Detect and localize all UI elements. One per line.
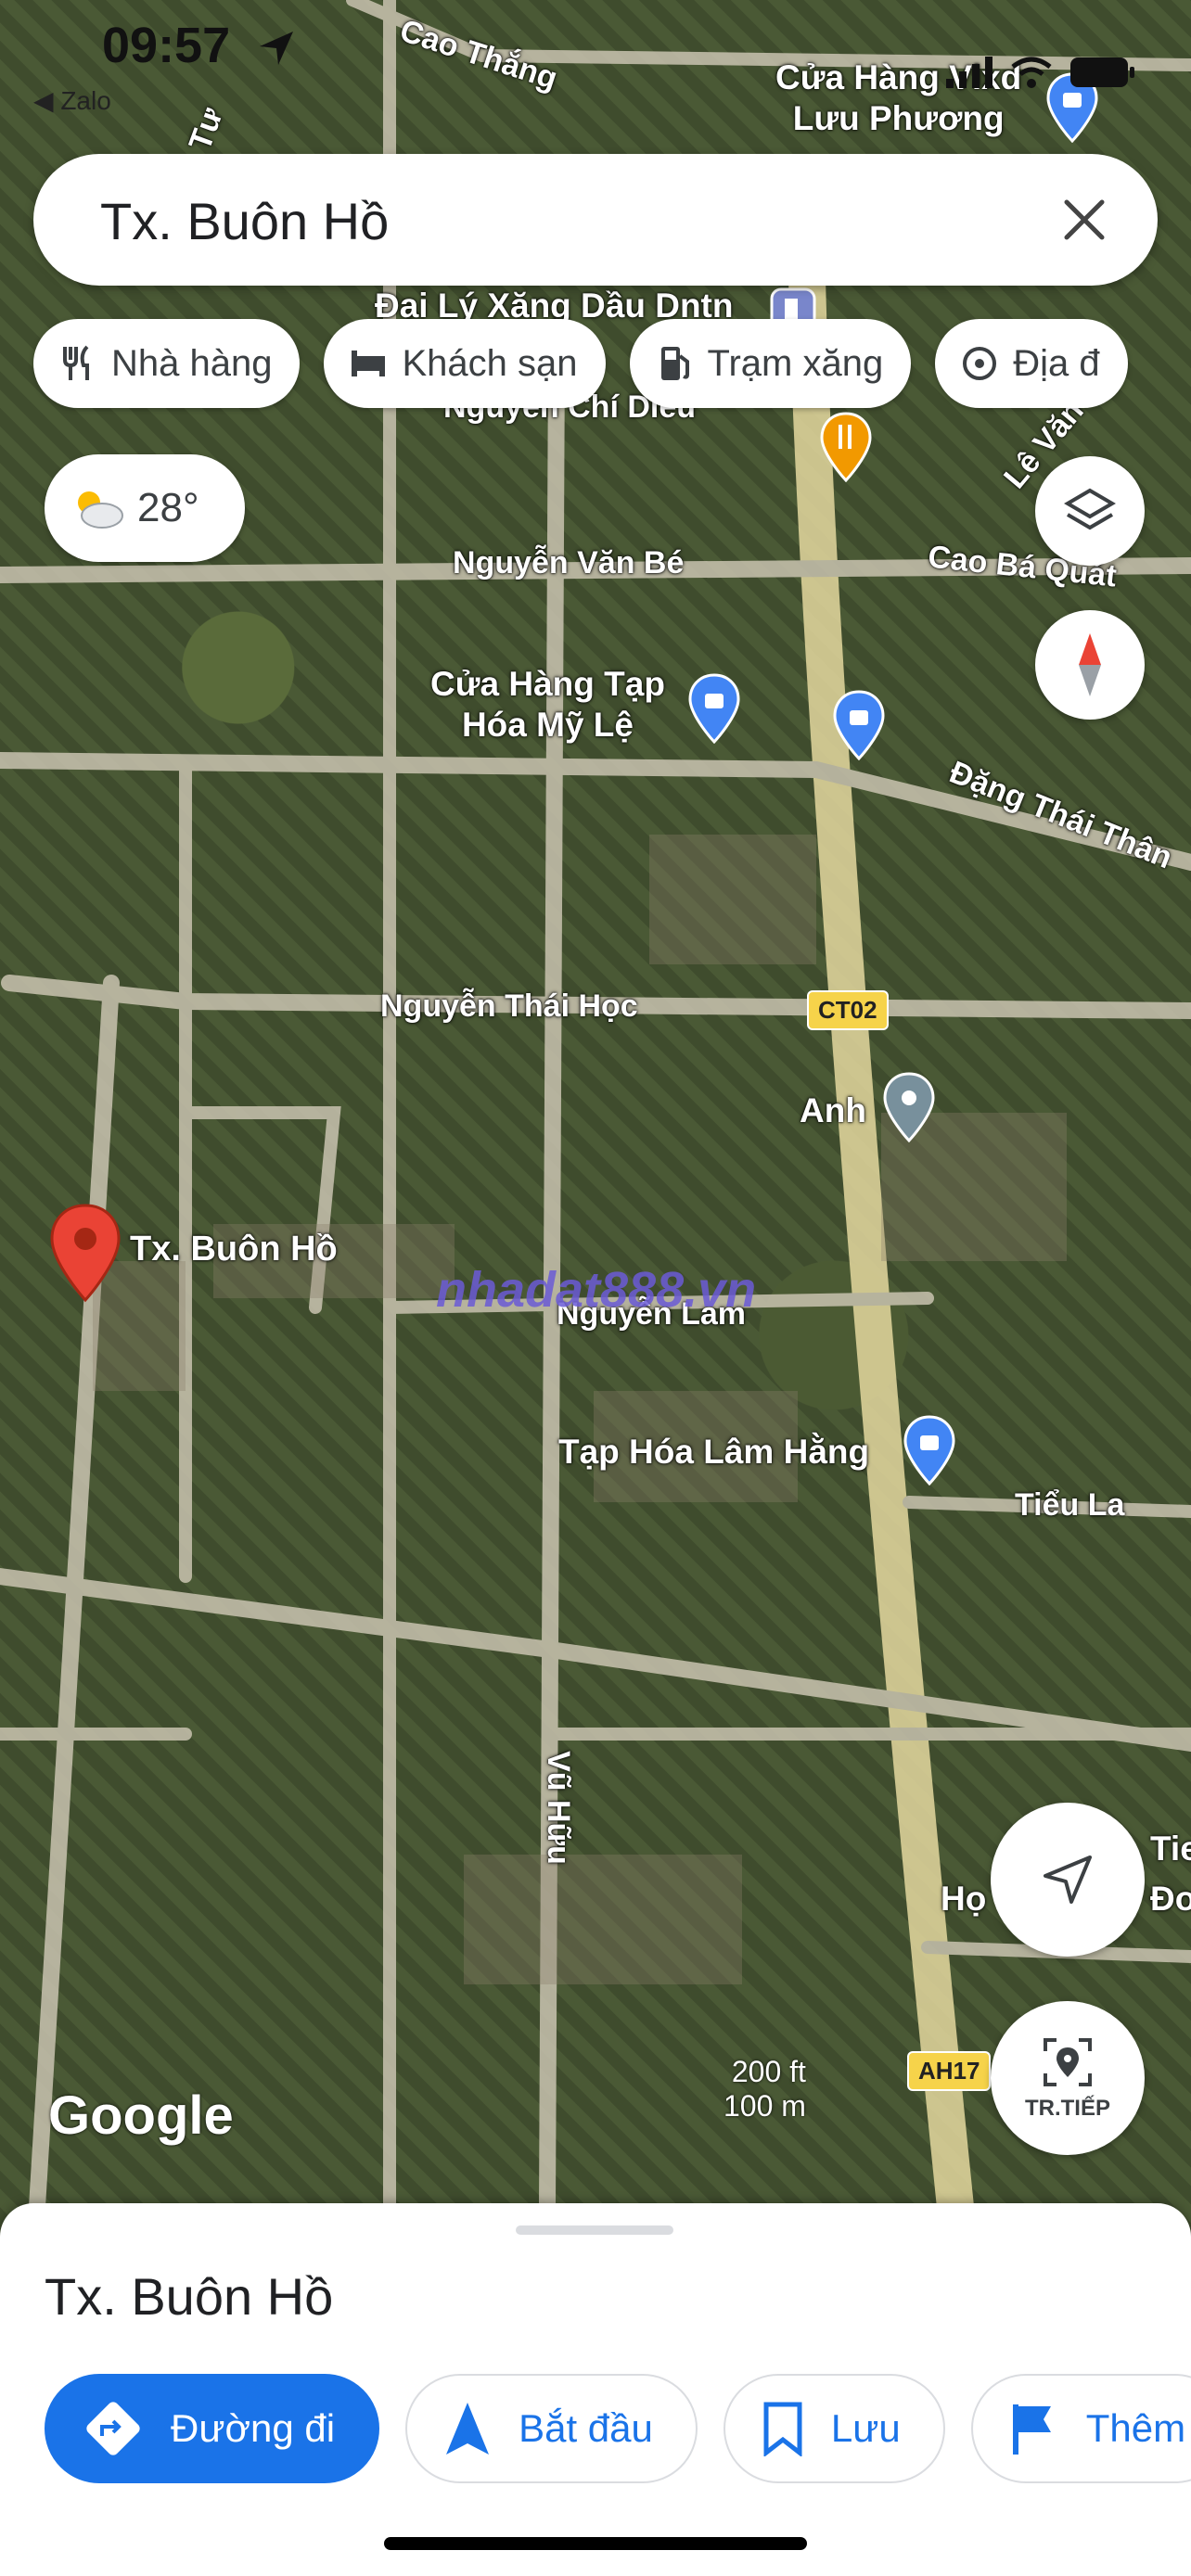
shopping-pin-icon[interactable] — [833, 690, 885, 760]
wifi-icon — [1011, 57, 1052, 88]
attraction-icon — [963, 347, 997, 380]
status-icons — [946, 56, 1135, 89]
route-shield-ah17: AH17 — [907, 2051, 992, 2091]
compass-button[interactable] — [1035, 610, 1145, 720]
layers-icon — [1064, 488, 1116, 530]
save-button[interactable]: Lưu — [723, 2374, 945, 2483]
my-location-button[interactable] — [991, 1803, 1145, 1957]
shopping-pin-icon[interactable] — [903, 1415, 955, 1486]
chip-attractions[interactable]: Địa đ — [935, 319, 1128, 408]
navigation-start-icon — [446, 2403, 490, 2455]
poi-label-line2: Hóa Mỹ Lệ — [461, 706, 634, 745]
more-button[interactable]: Thêm — [970, 2374, 1191, 2483]
chip-hotels[interactable]: Khách sạn — [324, 319, 606, 408]
poi-ho: Họ — [941, 1880, 987, 1918]
gas-station-icon — [660, 347, 689, 380]
location-focus-icon — [1044, 2038, 1092, 2086]
place-pin-icon[interactable] — [883, 1072, 935, 1142]
poi-label-line2: Lưu Phương — [792, 99, 1005, 138]
layers-button[interactable] — [1035, 456, 1145, 566]
category-chips: Nhà hàng Khách sạn Trạm xăng Địa đ — [33, 319, 1128, 408]
search-input[interactable]: Tx. Buôn Hồ — [100, 191, 389, 251]
hotel-icon — [352, 351, 386, 376]
poi-tap-hoa-lam-hang[interactable]: Tạp Hóa Lâm Hằng — [558, 1432, 869, 1473]
chip-label: Trạm xăng — [707, 342, 884, 384]
back-to-app-link[interactable]: ◀ Zalo — [33, 85, 111, 116]
next-directions-label: TR.TIẾP — [1024, 2096, 1110, 2121]
restaurant-pin-icon[interactable] — [820, 412, 872, 482]
search-bar[interactable]: Tx. Buôn Hồ — [33, 154, 1158, 286]
status-time: 09:57 — [102, 18, 231, 73]
poi-tap-hoa-my-le[interactable]: Cửa Hàng Tạp Hóa Mỹ Lệ — [430, 664, 665, 746]
action-label: Thêm — [1085, 2406, 1186, 2450]
flag-icon — [1012, 2404, 1051, 2455]
weather-temp: 28° — [137, 485, 199, 530]
poi-anh[interactable]: Anh — [800, 1090, 866, 1131]
street-tieu-la: Tiểu La — [1015, 1487, 1125, 1523]
route-shield-ct02: CT02 — [807, 990, 889, 1030]
chip-label: Địa đ — [1013, 342, 1100, 384]
action-label: Lưu — [830, 2406, 901, 2450]
directions-icon — [86, 2402, 140, 2455]
home-indicator[interactable] — [384, 2537, 807, 2550]
chip-label: Nhà hàng — [111, 342, 273, 384]
scale-m: 100 m — [724, 2089, 806, 2123]
google-logo: Google — [48, 2085, 234, 2146]
poi-do: Đơ — [1150, 1880, 1191, 1918]
poi-label-line1: Cửa Hàng Tạp — [430, 665, 665, 703]
partly-cloudy-icon — [78, 491, 123, 529]
weather-badge[interactable]: 28° — [45, 454, 245, 562]
chip-gas-stations[interactable]: Trạm xăng — [629, 319, 912, 408]
selected-location-label: Tx. Buôn Hồ — [130, 1230, 338, 1269]
action-label: Bắt đầu — [519, 2406, 653, 2450]
close-search-button[interactable] — [1052, 187, 1117, 252]
chip-restaurants[interactable]: Nhà hàng — [33, 319, 301, 408]
place-actions: Đường đi Bắt đầu Lưu Thêm — [45, 2374, 1191, 2483]
map-scale: 200 ft 100 m — [724, 2055, 806, 2123]
sheet-drag-handle[interactable] — [516, 2225, 673, 2235]
place-title: Tx. Buôn Hồ — [45, 2267, 334, 2326]
bookmark-icon — [763, 2402, 802, 2456]
start-button[interactable]: Bắt đầu — [405, 2374, 698, 2483]
location-arrow-icon — [260, 32, 293, 65]
directions-button[interactable]: Đường đi — [45, 2374, 380, 2483]
restaurant-icon — [63, 345, 89, 380]
poi-tie: Tie — [1150, 1830, 1191, 1868]
compass-icon — [1079, 633, 1101, 696]
close-icon — [1064, 199, 1105, 240]
street-nguyen-van-be: Nguyễn Văn Bé — [453, 545, 685, 580]
signal-icon — [946, 57, 992, 88]
selected-location-pin-icon[interactable] — [48, 1202, 122, 1304]
navigation-arrow-icon — [1044, 1855, 1092, 1904]
scale-ft: 200 ft — [731, 2055, 806, 2088]
next-directions-button[interactable]: TR.TIẾP — [991, 2001, 1145, 2155]
street-nguyen-thai-hoc: Nguyễn Thái Học — [380, 988, 638, 1024]
place-bottom-sheet[interactable]: Tx. Buôn Hồ Đường đi Bắt đầu Lưu Thêm — [0, 2203, 1191, 2576]
battery-icon — [1070, 57, 1134, 87]
shopping-pin-icon[interactable] — [688, 673, 740, 744]
watermark: nhadat888.vn — [436, 1262, 757, 1318]
street-vu-huu: Vũ Hữu — [540, 1751, 576, 1865]
action-label: Đường đi — [171, 2406, 336, 2450]
chip-label: Khách sạn — [402, 342, 578, 384]
